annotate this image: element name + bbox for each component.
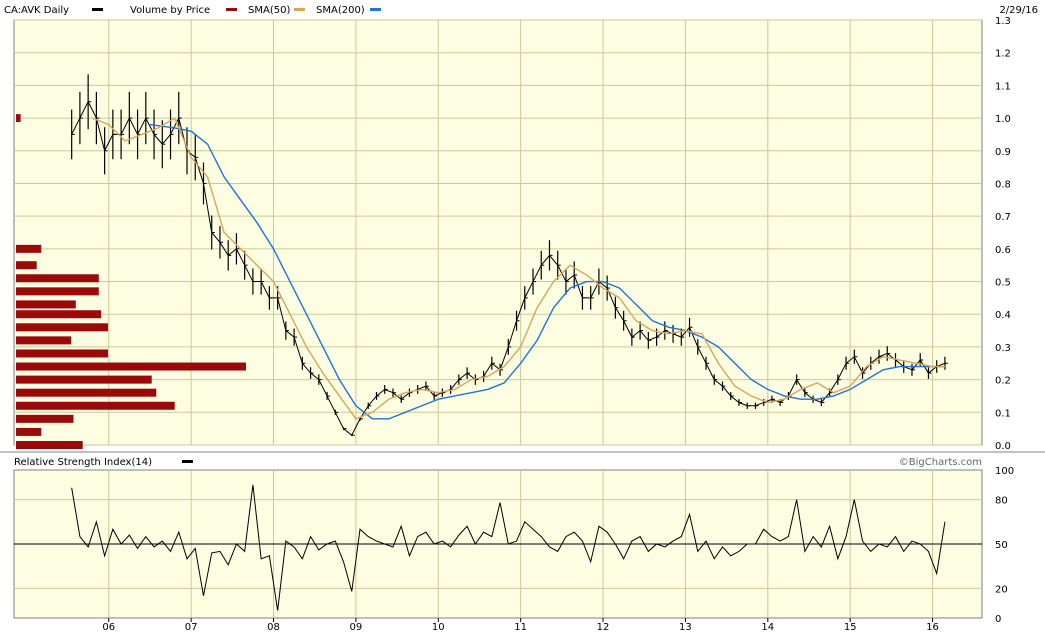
- price-y-tick-label: 0.5: [995, 278, 1011, 289]
- rsi-y-tick-label: 100: [995, 466, 1014, 477]
- price-y-tick-label: 1.1: [995, 81, 1011, 92]
- vbp-bar: [16, 323, 108, 332]
- vbp-bar: [16, 362, 246, 371]
- x-tick-label: 07: [185, 622, 198, 633]
- legend-swatch-vbp: [226, 8, 237, 11]
- vbp-bar: [16, 401, 175, 410]
- price-y-tick-label: 0.8: [995, 179, 1011, 190]
- rsi-panel: 0 20 50 80 100: [13, 466, 1014, 625]
- vbp-bar: [16, 114, 21, 123]
- price-legend-swatch: [92, 8, 103, 11]
- price-y-tick-label: 0.3: [995, 343, 1011, 354]
- rsi-header: Relative Strength Index(14) ©BigCharts.c…: [0, 451, 1045, 470]
- vbp-bar: [16, 349, 108, 358]
- vbp-bar: [16, 441, 83, 449]
- price-panel: 0.0 0.1 0.2 0.3 0.4 0.5 0.6 0.7 0.8 0.9 1.0 1.1 1.2 1…: [13, 16, 1011, 452]
- vbp-bar: [16, 261, 37, 270]
- price-y-tick-label: 1.2: [995, 49, 1011, 60]
- price-y-tick-label: 0.1: [995, 408, 1011, 419]
- price-y-tick-label: 0.0: [995, 441, 1011, 452]
- price-y-tick-label: 0.6: [995, 245, 1011, 256]
- price-y-tick-label: 0.2: [995, 376, 1011, 387]
- chart-svg: CA:AVK Daily Volume by Price SMA(50) SMA…: [0, 0, 1045, 635]
- rsi-header-band: [0, 452, 1045, 470]
- vbp-bar: [16, 336, 72, 345]
- price-y-tick-label: 0.4: [995, 310, 1011, 321]
- x-tick-label: 10: [432, 622, 445, 633]
- legend-swatch-sma50: [294, 8, 305, 11]
- vbp-bar: [16, 244, 42, 253]
- bigcharts-watermark: ©BigCharts.com: [899, 457, 982, 468]
- legend-label-sma50: SMA(50): [248, 5, 290, 16]
- x-tick-label: 09: [350, 622, 363, 633]
- x-tick-label: 13: [679, 622, 692, 633]
- vbp-bar: [16, 427, 42, 436]
- vbp-bar: [16, 388, 157, 397]
- rsi-y-tick-label: 80: [995, 496, 1008, 507]
- legend-label-sma200: SMA(200): [316, 5, 365, 16]
- vbp-bar: [16, 287, 99, 296]
- rsi-y-tick-label: 20: [995, 584, 1008, 595]
- x-tick-label: 08: [267, 622, 280, 633]
- legend-swatch-sma200: [370, 8, 381, 11]
- x-tick-label: 16: [926, 622, 939, 633]
- x-tick-label: 12: [597, 622, 610, 633]
- x-tick-label: 15: [844, 622, 857, 633]
- price-y-tick-label: 0.9: [995, 147, 1011, 158]
- price-y-tick-label: 1.3: [995, 16, 1011, 27]
- x-tick-label: 14: [761, 622, 774, 633]
- x-tick-label: 06: [102, 622, 115, 633]
- symbol-title: CA:AVK Daily: [4, 5, 69, 16]
- rsi-y-tick-label: 0: [995, 614, 1001, 625]
- vbp-bar: [16, 300, 76, 309]
- vbp-bar: [16, 310, 102, 319]
- rsi-title: Relative Strength Index(14): [14, 457, 152, 468]
- legend-label-vbp: Volume by Price: [130, 5, 210, 16]
- price-y-tick-label: 0.7: [995, 212, 1011, 223]
- vbp-bar: [16, 274, 99, 283]
- x-tick-label: 11: [514, 622, 527, 633]
- vbp-bar: [16, 375, 152, 384]
- price-y-tick-label: 1.0: [995, 114, 1011, 125]
- rsi-y-tick-label: 50: [995, 540, 1008, 551]
- vbp-bar: [16, 414, 74, 423]
- chart-root: CA:AVK Daily Volume by Price SMA(50) SMA…: [0, 0, 1045, 635]
- chart-date: 2/29/16: [999, 5, 1038, 16]
- rsi-legend-swatch: [182, 460, 193, 463]
